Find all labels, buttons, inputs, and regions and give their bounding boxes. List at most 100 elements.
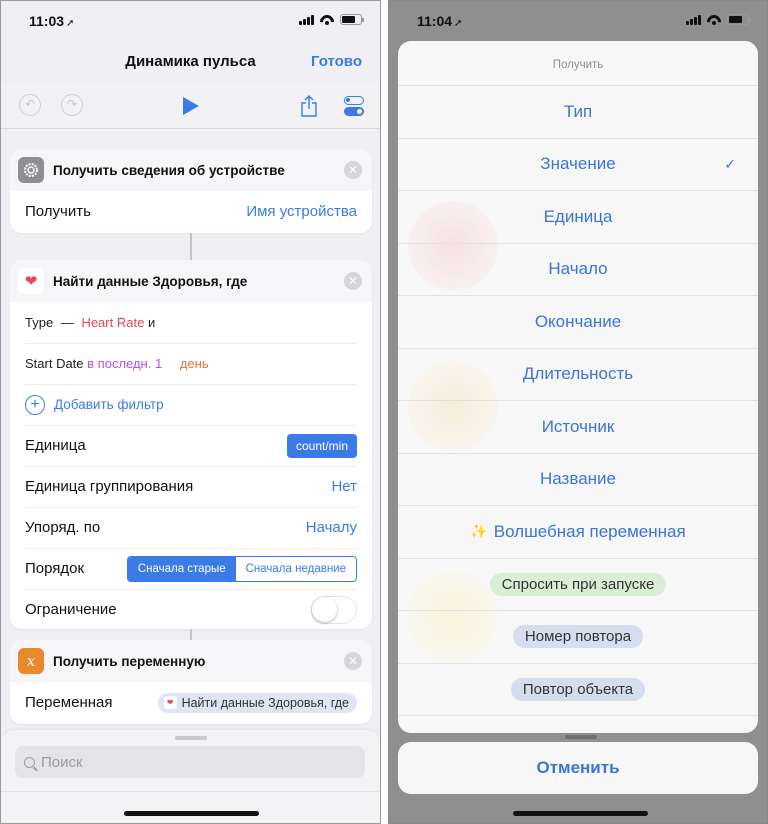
option-label: Окончание (534, 311, 622, 331)
variable-token[interactable]: ❤ Найти данные Здоровья, где (157, 692, 357, 713)
undo-icon[interactable]: ↶ (19, 94, 41, 116)
settings-gear-icon (18, 157, 44, 183)
cellular-signal-icon (686, 14, 701, 25)
find-health-samples-action: ❤ Найти данные Здоровья, где ✕ Type — He… (10, 260, 372, 629)
search-input[interactable]: Поиск (15, 746, 365, 778)
filter-field[interactable]: Start Date (25, 356, 84, 371)
remove-action-button[interactable]: ✕ (344, 652, 362, 670)
magic-wand-icon: ✨ (470, 523, 488, 540)
sort-by-selector[interactable]: Началу (306, 519, 357, 536)
special-variable-option[interactable]: Спросить при запуске (398, 559, 758, 611)
navigation-bar: Динамика пульса Готово (1, 41, 380, 83)
home-indicator (124, 811, 259, 816)
sort-by-label: Упоряд. по (25, 519, 101, 536)
wifi-icon (320, 15, 334, 25)
property-option[interactable]: Единица (398, 191, 758, 244)
actions-drawer: Поиск (1, 730, 380, 823)
device-property-selector[interactable]: Имя устройства (246, 203, 357, 220)
get-label: Получить (25, 203, 91, 220)
action-title: Получить сведения об устройстве (53, 162, 285, 178)
order-oldest-first[interactable]: Сначала старые (127, 556, 236, 581)
add-filter-button[interactable]: + Добавить фильтр (10, 384, 372, 425)
search-icon (24, 756, 35, 768)
cancel-button[interactable]: Отменить (398, 742, 758, 794)
filter-date-row: Start Date в последн. 1 день (10, 343, 372, 384)
property-option[interactable]: Источник (398, 401, 758, 454)
remove-action-button[interactable]: ✕ (344, 161, 362, 179)
status-bar: 11:03 ➚ (1, 1, 380, 41)
magic-variable-option[interactable]: ✨ Волшебная переменная (398, 506, 758, 559)
variable-token: Спросить при запуске (489, 572, 667, 596)
filter-joiner[interactable]: и (148, 315, 155, 330)
option-label: Начало (548, 259, 608, 279)
filter-field[interactable]: Type (25, 315, 53, 330)
special-variable-option[interactable]: Повтор объекта (398, 664, 758, 716)
filter-type-row: Type — Heart Rate и (10, 302, 372, 343)
heart-icon: ❤ (163, 696, 177, 709)
filter-unit[interactable]: день (180, 356, 209, 371)
option-label: Источник (541, 416, 615, 436)
variable-token-label: Найти данные Здоровья, где (181, 695, 349, 710)
filter-operator[interactable]: — (61, 315, 74, 330)
battery-icon (340, 14, 364, 25)
option-label: Название (540, 469, 616, 489)
order-segmented-control: Сначала старые Сначала недавние (126, 555, 357, 582)
filter-operator[interactable]: в последн. 1 (87, 356, 162, 371)
order-label: Порядок (25, 560, 85, 577)
status-time: 11:03 ➚ (29, 13, 75, 29)
action-sheet-title: Получить (398, 41, 758, 86)
group-by-selector[interactable]: Нет (331, 478, 357, 495)
option-label: Значение (540, 154, 616, 174)
settings-toggles-icon[interactable] (344, 96, 364, 118)
unit-selector[interactable]: count/min (286, 433, 357, 458)
drawer-grabber[interactable] (175, 736, 207, 740)
play-icon[interactable] (183, 97, 199, 115)
shortcut-editor-screen: 11:03 ➚ Динамика пульса Готово ↶ ↷ Получи… (0, 0, 381, 824)
device-details-action: Получить сведения об устройстве ✕ Получи… (10, 149, 372, 233)
option-label: Единица (543, 206, 613, 226)
get-variable-action: x Получить переменную ✕ Переменная ❤ Най… (10, 640, 372, 724)
option-label: Волшебная переменная (493, 521, 686, 541)
plus-circle-icon: + (25, 394, 45, 415)
home-indicator (513, 811, 648, 816)
property-option[interactable]: Название (398, 454, 758, 506)
property-option[interactable]: Начало (398, 244, 758, 296)
share-icon[interactable] (300, 95, 318, 117)
special-variable-option[interactable]: Номер повтора (398, 611, 758, 664)
redo-icon[interactable]: ↷ (61, 94, 83, 116)
property-picker-screen: 11:04 ➚ Получить Тип Значение ✓ Единица Начал… (388, 0, 768, 824)
unit-label: Единица (25, 437, 86, 454)
action-title: Получить переменную (53, 653, 206, 669)
editor-toolbar: ↶ ↷ (1, 83, 380, 129)
status-time: 11:04 ➚ (417, 13, 463, 29)
search-placeholder: Поиск (41, 753, 83, 771)
variable-token: Номер повтора (512, 625, 644, 649)
cellular-signal-icon (299, 14, 314, 25)
filter-value[interactable]: Heart Rate (81, 315, 144, 330)
heart-icon: ❤ (18, 268, 44, 294)
limit-label: Ограничение (25, 601, 117, 618)
battery-icon (727, 14, 751, 25)
option-label: Тип (563, 101, 593, 121)
action-title: Найти данные Здоровья, где (53, 273, 248, 289)
done-button[interactable]: Готово (311, 53, 362, 70)
variable-token: Повтор объекта (510, 677, 646, 701)
checkmark-icon: ✓ (724, 155, 736, 172)
order-newest-first[interactable]: Сначала недавние (235, 556, 356, 581)
location-arrow-icon: ➚ (66, 18, 75, 29)
limit-toggle[interactable] (311, 595, 357, 624)
option-label: Длительность (522, 364, 634, 384)
property-option[interactable]: Тип (398, 86, 758, 139)
action-sheet: Получить Тип Значение ✓ Единица Начало Оконча… (398, 41, 758, 733)
status-bar: 11:04 ➚ (389, 1, 767, 41)
location-arrow-icon: ➚ (454, 18, 463, 29)
wifi-icon (707, 15, 721, 25)
variable-x-icon: x (18, 648, 44, 674)
property-option[interactable]: Окончание (398, 296, 758, 349)
property-option[interactable]: Длительность (398, 349, 758, 401)
add-filter-label: Добавить фильтр (54, 397, 164, 412)
property-option[interactable]: Значение ✓ (398, 139, 758, 191)
remove-action-button[interactable]: ✕ (344, 272, 362, 290)
group-by-label: Единица группирования (25, 478, 194, 495)
drawer-grabber (565, 735, 597, 739)
